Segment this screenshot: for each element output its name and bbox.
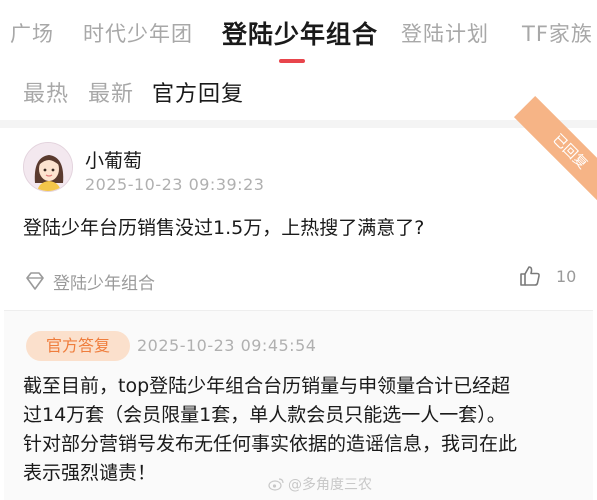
tab-denglu-youth[interactable]: 登陆少年组合 xyxy=(222,15,378,51)
post-text: 登陆少年台历销售没过1.5万，上热搜了满意了? xyxy=(23,217,425,239)
reply-panel: 官方答复 2025-10-23 09:45:54 截至目前，top登陆少年组合台… xyxy=(4,310,593,500)
reply-text: 截至目前，top登陆少年组合台历销量与申领量合计已经超 过14万套（会员限量1套… xyxy=(23,372,593,488)
watermark: @多角度三农 xyxy=(268,474,372,494)
top-tab-bar: 广场 时代少年团 登陆少年组合 登陆计划 TF家族 xyxy=(0,0,597,66)
thumbs-up-icon xyxy=(520,266,540,286)
like-button[interactable]: 10 xyxy=(518,264,576,288)
official-reply: 官方答复 2025-10-23 09:45:54 截至目前，top登陆少年组合台… xyxy=(0,310,597,500)
reply-line: 截至目前，top登陆少年组合台历销量与申领量合计已经超 xyxy=(23,375,511,397)
tab-newest[interactable]: 最新 xyxy=(88,76,134,108)
tab-tf-family[interactable]: TF家族 xyxy=(522,18,593,48)
watermark-text: @多角度三农 xyxy=(288,477,372,493)
like-count: 10 xyxy=(556,266,577,286)
tab-official-reply[interactable]: 官方回复 xyxy=(152,76,244,108)
official-reply-badge: 官方答复 xyxy=(26,331,130,361)
girl-avatar-icon xyxy=(24,143,72,191)
topic-tag[interactable]: 登陆少年组合 xyxy=(23,268,155,294)
section-divider xyxy=(0,120,597,128)
tab-hottest[interactable]: 最热 xyxy=(23,76,69,108)
tab-square[interactable]: 广场 xyxy=(10,18,54,48)
avatar[interactable] xyxy=(23,142,73,192)
weibo-icon xyxy=(268,478,284,491)
diamond-icon xyxy=(26,272,44,290)
sub-tab-bar: 最热 最新 官方回复 xyxy=(0,66,597,114)
reply-line: 针对部分营销号发布无任何事实依据的造谣信息，我司在此 xyxy=(23,433,518,455)
reply-timestamp: 2025-10-23 09:45:54 xyxy=(137,336,317,355)
topic-label: 登陆少年组合 xyxy=(53,273,155,294)
tab-denglu-plan[interactable]: 登陆计划 xyxy=(401,18,489,48)
username[interactable]: 小葡萄 xyxy=(85,146,142,173)
post-card[interactable]: 已回复 小葡萄 2025-10-23 09:39:23 登陆少年台历销售没过1.… xyxy=(0,95,597,308)
reply-line: 过14万套（会员限量1套，单人款会员只能选一人一套）。 xyxy=(23,404,506,426)
ribbon-label: 已回复 xyxy=(549,131,591,173)
active-tab-indicator xyxy=(279,59,305,63)
tab-times-youth[interactable]: 时代少年团 xyxy=(83,18,193,48)
post-timestamp: 2025-10-23 09:39:23 xyxy=(85,175,265,194)
